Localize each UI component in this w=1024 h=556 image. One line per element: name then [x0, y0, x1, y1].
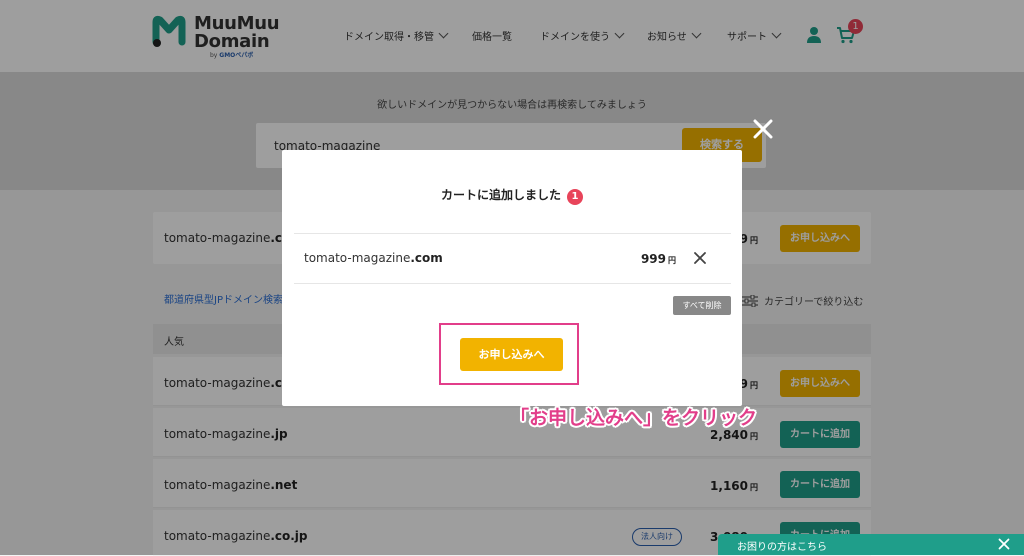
close-icon[interactable]	[752, 118, 774, 140]
close-icon[interactable]	[998, 538, 1010, 550]
help-bar-label: お困りの方はこちら	[737, 542, 827, 553]
domain-tld: .com	[410, 251, 443, 265]
divider	[294, 233, 731, 234]
modal-cart-item-domain: tomato-magazine.com	[304, 251, 443, 265]
instruction-annotation: 「お申し込みへ」をクリック	[510, 407, 758, 429]
modal-title-text: カートに追加しました	[440, 188, 561, 202]
modal-cart-item-price: 999 円	[620, 252, 676, 266]
price-currency: 円	[668, 256, 676, 265]
divider	[294, 283, 731, 284]
remove-item-icon[interactable]	[693, 251, 707, 265]
clear-all-button[interactable]: すべて削除	[673, 296, 731, 315]
apply-button[interactable]: お申し込みへ	[460, 338, 563, 371]
modal-title: カートに追加しました 1	[0, 186, 1024, 205]
modal-cart-count-badge: 1	[567, 189, 583, 205]
domain-name: tomato-magazine	[304, 251, 411, 265]
price-value: 999	[640, 252, 666, 266]
